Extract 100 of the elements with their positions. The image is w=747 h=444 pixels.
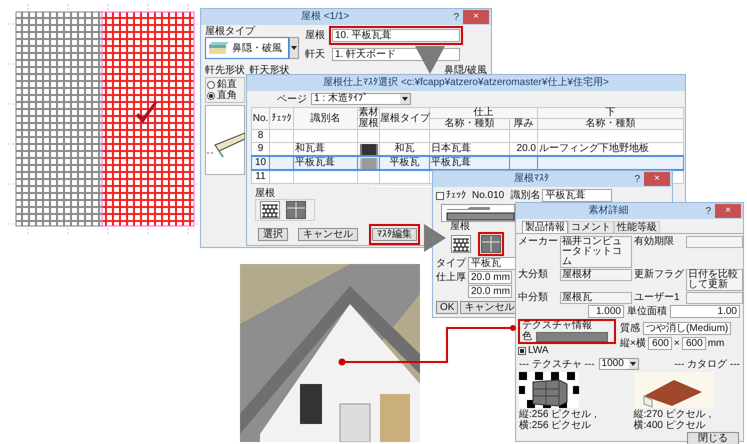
- column-header: 名称・種類: [538, 118, 684, 130]
- dialog-button[interactable]: OK: [436, 301, 458, 314]
- column-header: 厚み: [510, 118, 538, 130]
- field-label: 色: [522, 331, 532, 342]
- record-number: No.010: [472, 190, 504, 201]
- text-field[interactable]: 10. 平板瓦葺: [332, 29, 460, 42]
- dialog-button[interactable]: 選択: [258, 228, 288, 241]
- color-swatch: [536, 332, 608, 342]
- close-button[interactable]: ×: [463, 10, 489, 24]
- window-title: 屋根 <1/1>: [300, 10, 350, 24]
- column-header: 屋根タイプ: [380, 108, 430, 130]
- help-button[interactable]: ?: [701, 204, 715, 218]
- field-label: 更新フラグ: [634, 269, 684, 280]
- field-label: 軒天: [305, 48, 325, 62]
- text-field[interactable]: 600: [648, 337, 672, 350]
- text-field[interactable]: つや消し(Medium): [643, 322, 732, 335]
- checkbox-option[interactable]: LWA: [518, 345, 616, 356]
- column-header: No.: [252, 108, 270, 130]
- close-button[interactable]: ×: [644, 172, 670, 186]
- field-label: 屋根: [305, 28, 325, 43]
- group-label: 屋根: [450, 222, 470, 232]
- section-label: 軒先形状: [205, 65, 246, 76]
- texture-swatch: [360, 144, 378, 154]
- group-legend: テクスチャ情報: [522, 321, 612, 331]
- text-field[interactable]: 20.0 mm: [468, 285, 512, 298]
- field-label: ページ: [277, 94, 307, 104]
- tab[interactable]: コメント: [568, 221, 614, 233]
- field-label: ユーザー1: [634, 292, 681, 303]
- tab[interactable]: 性能等級: [614, 221, 660, 233]
- field-label: タイプ: [436, 258, 466, 269]
- table-cell: 9: [252, 142, 270, 156]
- check-mark-icon: [136, 101, 157, 123]
- field-label: 中分類: [518, 292, 549, 303]
- table-cell: 11: [252, 170, 270, 184]
- text-field[interactable]: 屋根瓦: [560, 292, 632, 304]
- dialog-button[interactable]: ﾏｽﾀ編集: [372, 228, 417, 241]
- field-label: 質感: [620, 323, 640, 334]
- roof-block-icon: [208, 41, 230, 55]
- roof-type-combo[interactable]: 鼻隠・破風: [205, 37, 289, 59]
- column-header: 素材: [358, 108, 380, 118]
- group-label: 屋根: [255, 189, 275, 199]
- table-cell: 和瓦葺: [294, 142, 358, 156]
- window-title: 素材詳細: [588, 204, 630, 218]
- text-field[interactable]: 日付を比較して更新: [686, 269, 743, 291]
- caret-icon: [291, 46, 297, 50]
- section-label: --- テクスチャ ---: [519, 358, 595, 370]
- cube-on-checkerboard-drawing: [519, 372, 579, 408]
- field-label: 識別名: [510, 190, 540, 201]
- eave-section-drawing: [205, 105, 245, 175]
- text-field[interactable]: 20.0 mm: [468, 271, 512, 284]
- field-label: 大分類: [518, 269, 549, 280]
- brick-wall-icon[interactable]: [451, 235, 471, 253]
- close-dialog-button[interactable]: 閉じる: [687, 432, 739, 444]
- dropdown-button[interactable]: [289, 37, 299, 59]
- page-combo[interactable]: 1 : 木造ﾀｲﾌﾟ: [311, 93, 411, 105]
- radio-option[interactable]: 鉛直: [206, 79, 244, 90]
- size-combo[interactable]: 1000: [598, 358, 639, 370]
- brick-wall-icon[interactable]: [260, 201, 280, 219]
- times-sign: ×: [674, 338, 680, 349]
- field-label: 単位面積: [627, 306, 667, 317]
- dialog-button[interactable]: キャンセル: [298, 228, 358, 241]
- column-header: ﾁｪｯｸ: [270, 108, 294, 130]
- field-label: 縦×横: [620, 338, 646, 349]
- text-field[interactable]: 1.000: [588, 305, 624, 318]
- text-field[interactable]: [686, 292, 743, 304]
- column-header: 仕上: [430, 108, 538, 118]
- unit-label: mm: [708, 338, 724, 349]
- text-field[interactable]: 600: [682, 337, 706, 350]
- text-field[interactable]: 福井コンピュータドットコム: [560, 236, 632, 268]
- table-cell: 日本瓦葺: [430, 142, 510, 156]
- checkbox-option[interactable]: ﾁｪｯｸ: [436, 190, 466, 201]
- field-label: メーカー: [518, 236, 558, 247]
- text-field[interactable]: 平板瓦葺: [542, 189, 612, 202]
- text-field[interactable]: [686, 236, 743, 248]
- window-title: 屋根ﾏｽﾀ: [513, 172, 550, 186]
- section-label: --- カタログ ---: [674, 358, 740, 370]
- column-header: 屋根: [358, 118, 380, 130]
- caret-icon: [630, 362, 636, 366]
- table-row[interactable]: 8: [252, 130, 684, 142]
- field-label: 屋根タイプ: [205, 26, 256, 37]
- tab[interactable]: 製品情報: [522, 221, 568, 233]
- close-button[interactable]: ×: [715, 204, 741, 218]
- text-field[interactable]: 1.00: [670, 305, 740, 318]
- radio-option[interactable]: 直角: [206, 90, 244, 101]
- window-title: 屋根仕上ﾏｽﾀ選択 <c:¥fcapp¥atzero¥atzeromaster¥仕上¥住宅用>: [322, 76, 610, 90]
- text-field[interactable]: 屋根材: [560, 269, 632, 281]
- image-caption: 縦:256 ピクセル , 横:256 ピクセル: [519, 409, 598, 431]
- tile-grid-icon[interactable]: [286, 201, 306, 219]
- help-button[interactable]: ?: [630, 172, 644, 186]
- caret-icon: [402, 97, 408, 101]
- section-label: 軒天形状: [250, 65, 291, 76]
- table-row[interactable]: 10 平板瓦葺 平板瓦 平板瓦葺: [252, 156, 684, 170]
- help-button[interactable]: ?: [449, 10, 463, 24]
- section-label: 鼻隠/破風: [444, 65, 487, 76]
- column-header: 識別名: [294, 108, 358, 130]
- field-label: 有効期限: [634, 236, 675, 247]
- texture-swatch: [360, 158, 378, 168]
- down-arrow: [415, 46, 445, 74]
- right-arrow: [424, 224, 446, 252]
- field-label: 仕上厚: [436, 272, 466, 283]
